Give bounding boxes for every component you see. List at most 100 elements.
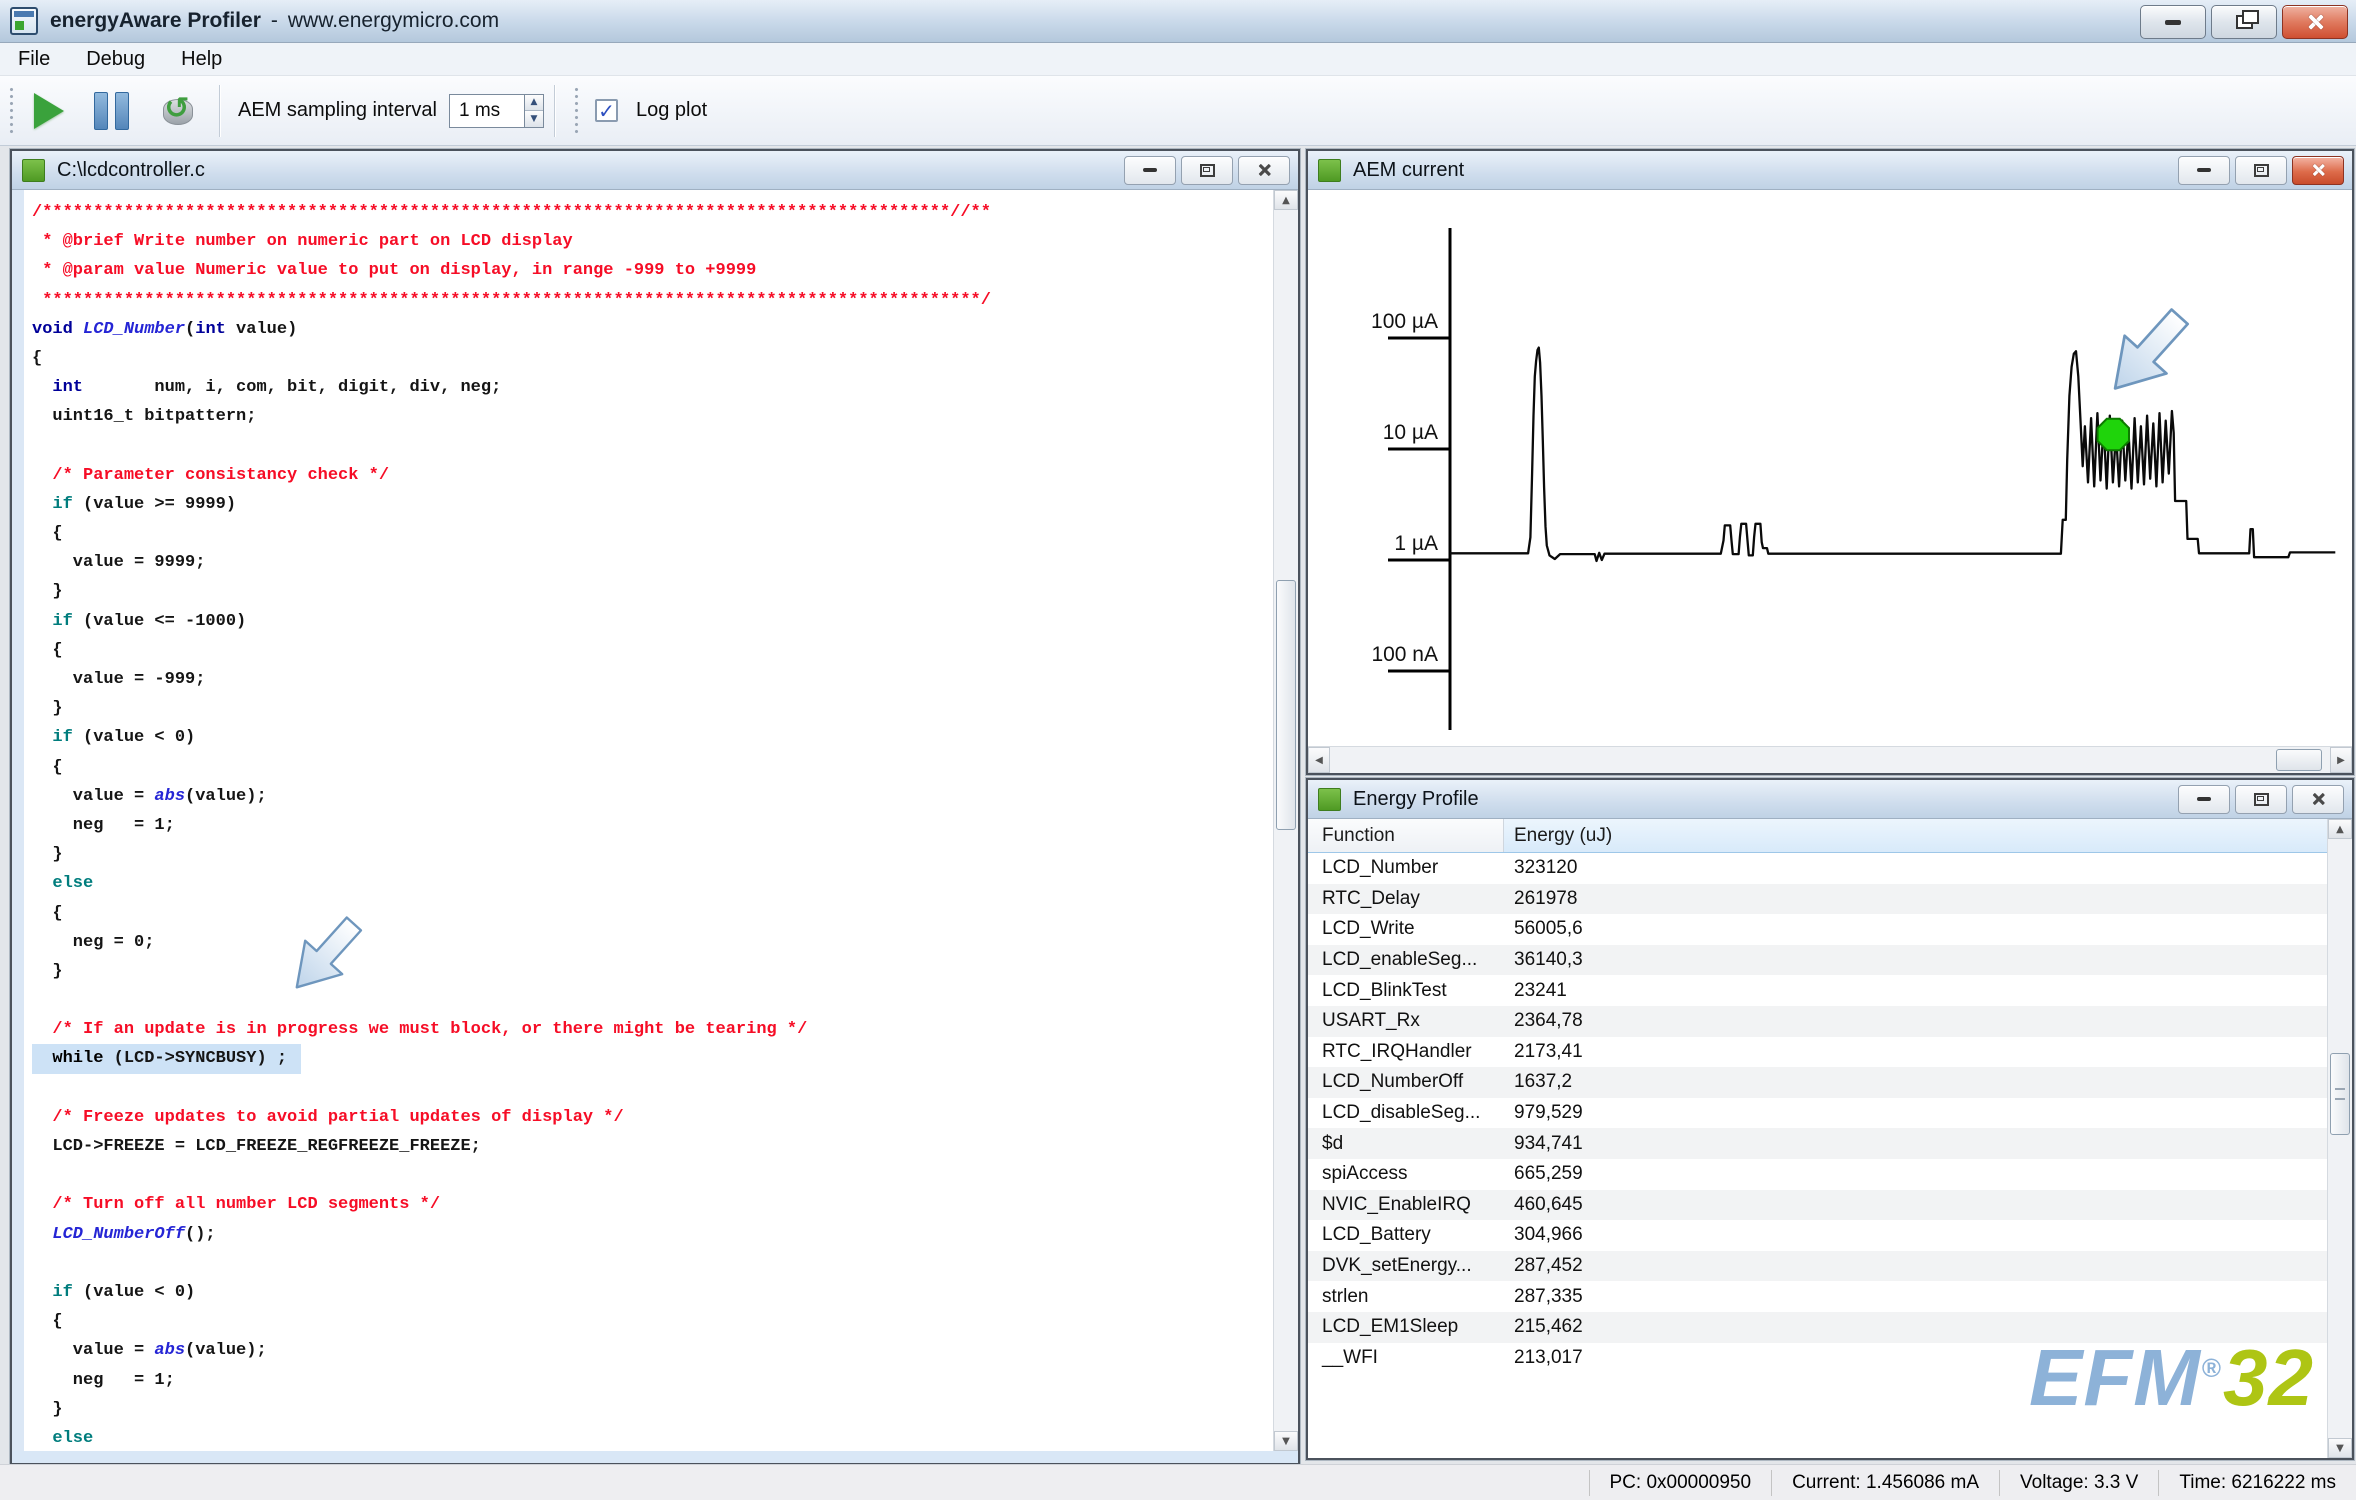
table-row[interactable]: $d934,741 (1308, 1128, 2328, 1159)
scroll-down-arrow[interactable]: ▼ (2328, 1438, 2352, 1458)
code-line: { (32, 899, 1272, 928)
code-line: { (32, 519, 1272, 548)
energy-close-button[interactable] (2292, 785, 2344, 814)
code-line: else (32, 869, 1272, 898)
sampling-interval-label: AEM sampling interval (238, 99, 437, 122)
code-line: value = 9999; (32, 548, 1272, 577)
restore-icon (2236, 15, 2253, 29)
scroll-up-arrow[interactable]: ▲ (1274, 190, 1298, 210)
scroll-up-arrow[interactable]: ▲ (2328, 819, 2352, 839)
code-maximize-button[interactable] (1181, 156, 1233, 185)
table-row[interactable]: LCD_Number323120 (1308, 853, 2328, 884)
code-line: value = abs(value); (32, 1336, 1272, 1365)
table-row[interactable]: NVIC_EnableIRQ460,645 (1308, 1190, 2328, 1221)
table-row[interactable]: strlen287,335 (1308, 1281, 2328, 1312)
spinner-down-button[interactable]: ▼ (525, 110, 543, 127)
column-header-energy[interactable]: Energy (uJ) (1504, 819, 2328, 852)
code-line: if (value < 0) (32, 1278, 1272, 1307)
scrollbar-thumb[interactable] (2276, 749, 2322, 771)
code-vertical-scrollbar[interactable]: ▲ ▼ (1273, 190, 1298, 1451)
scroll-left-arrow[interactable]: ◀ (1308, 747, 1330, 773)
table-row[interactable]: LCD_Battery304,966 (1308, 1220, 2328, 1251)
window-title: energyAware Profiler - www.energymicro.c… (50, 9, 499, 33)
cell-function: LCD_BlinkTest (1308, 980, 1504, 1002)
play-button[interactable] (34, 93, 64, 129)
code-line: /* If an update is in progress we must b… (32, 1015, 1272, 1044)
table-row[interactable]: LCD_enableSeg...36140,3 (1308, 945, 2328, 976)
menu-help[interactable]: Help (181, 48, 222, 71)
aem-current-window: AEM current 100 µA10 µA1 µA100 nA ◀ (1306, 149, 2354, 775)
code-line: neg = 0; (32, 928, 1272, 957)
source-file-icon (22, 159, 45, 182)
reset-button[interactable]: ↺ (159, 93, 195, 129)
code-minimize-button[interactable] (1124, 156, 1176, 185)
aem-window-titlebar[interactable]: AEM current (1308, 151, 2352, 190)
restore-button[interactable] (2211, 5, 2277, 39)
log-plot-label: Log plot (636, 99, 707, 122)
code-line: /* Freeze updates to avoid partial updat… (32, 1103, 1272, 1132)
cell-energy: 215,462 (1504, 1316, 1583, 1338)
close-icon (2311, 792, 2325, 806)
table-row[interactable]: LCD_Write56005,6 (1308, 914, 2328, 945)
menu-debug[interactable]: Debug (86, 48, 145, 71)
code-line: LCD->FREEZE = LCD_FREEZE_REGFREEZE_FREEZ… (32, 1132, 1272, 1161)
energy-minimize-button[interactable] (2178, 785, 2230, 814)
column-header-function[interactable]: Function (1308, 819, 1504, 852)
cell-energy: 979,529 (1504, 1102, 1583, 1124)
energy-vertical-scrollbar[interactable]: ▲ ▼ (2327, 819, 2352, 1458)
aem-plot-area[interactable]: 100 µA10 µA1 µA100 nA ◀ ▶ (1308, 190, 2352, 773)
aem-window-icon (1318, 159, 1341, 182)
scrollbar-thumb[interactable] (1276, 580, 1296, 830)
cell-energy: 287,335 (1504, 1286, 1583, 1308)
energy-window-titlebar[interactable]: Energy Profile (1308, 780, 2352, 819)
cell-energy: 2173,41 (1504, 1041, 1583, 1063)
table-row[interactable]: USART_Rx2364,78 (1308, 1006, 2328, 1037)
code-window-title: C:\lcdcontroller.c (57, 159, 205, 182)
cell-energy: 23241 (1504, 980, 1567, 1002)
code-line: * @param value Numeric value to put on d… (32, 256, 1272, 285)
table-row[interactable]: RTC_Delay261978 (1308, 884, 2328, 915)
table-row[interactable]: DVK_setEnergy...287,452 (1308, 1251, 2328, 1282)
spinner-up-button[interactable]: ▲ (525, 95, 543, 111)
energyaware-profiler-app: { "window": { "title_main": "energyAware… (0, 0, 2356, 1500)
cell-energy: 213,017 (1504, 1347, 1583, 1369)
code-line: LCD_NumberOff(); (32, 1220, 1272, 1249)
aem-close-button[interactable] (2292, 156, 2344, 185)
code-editor[interactable]: /***************************************… (12, 190, 1298, 1463)
scroll-right-arrow[interactable]: ▶ (2330, 747, 2352, 773)
aem-maximize-button[interactable] (2235, 156, 2287, 185)
scrollbar-thumb[interactable] (2330, 1053, 2350, 1135)
current-position-marker[interactable] (2098, 419, 2129, 450)
close-icon (2311, 163, 2325, 177)
main-titlebar: energyAware Profiler - www.energymicro.c… (0, 0, 2356, 43)
code-close-button[interactable] (1238, 156, 1290, 185)
code-line: { (32, 1307, 1272, 1336)
aem-minimize-button[interactable] (2178, 156, 2230, 185)
cell-function: LCD_Number (1308, 857, 1504, 879)
aem-horizontal-scrollbar[interactable]: ◀ ▶ (1308, 746, 2352, 773)
pause-button[interactable] (94, 92, 129, 130)
efm32-logo-reg: ® (2202, 1353, 2222, 1383)
cell-function: spiAccess (1308, 1163, 1504, 1185)
sampling-interval-value[interactable]: 1 ms (449, 94, 525, 128)
aem-current-chart: 100 µA10 µA1 µA100 nA (1308, 190, 2348, 742)
menu-file[interactable]: File (18, 48, 50, 71)
log-plot-checkbox[interactable]: ✓ (595, 99, 618, 122)
close-button[interactable] (2282, 5, 2348, 39)
table-row[interactable]: LCD_disableSeg...979,529 (1308, 1098, 2328, 1129)
cell-function: USART_Rx (1308, 1010, 1504, 1032)
code-line: neg = 1; (32, 811, 1272, 840)
energy-maximize-button[interactable] (2235, 785, 2287, 814)
toolbar-separator (219, 85, 220, 137)
app-url: www.energymicro.com (288, 9, 499, 33)
code-window-titlebar[interactable]: C:\lcdcontroller.c (12, 151, 1298, 190)
table-row[interactable]: spiAccess665,259 (1308, 1159, 2328, 1190)
status-current: Current: 1.456086 mA (1771, 1470, 1999, 1496)
table-row[interactable]: LCD_BlinkTest23241 (1308, 975, 2328, 1006)
table-row[interactable]: LCD_NumberOff1637,2 (1308, 1067, 2328, 1098)
table-row[interactable]: RTC_IRQHandler2173,41 (1308, 1037, 2328, 1068)
minimize-button[interactable] (2140, 5, 2206, 39)
code-line: } (32, 1395, 1272, 1424)
scroll-down-arrow[interactable]: ▼ (1274, 1431, 1298, 1451)
svg-text:1 µA: 1 µA (1394, 532, 1438, 555)
